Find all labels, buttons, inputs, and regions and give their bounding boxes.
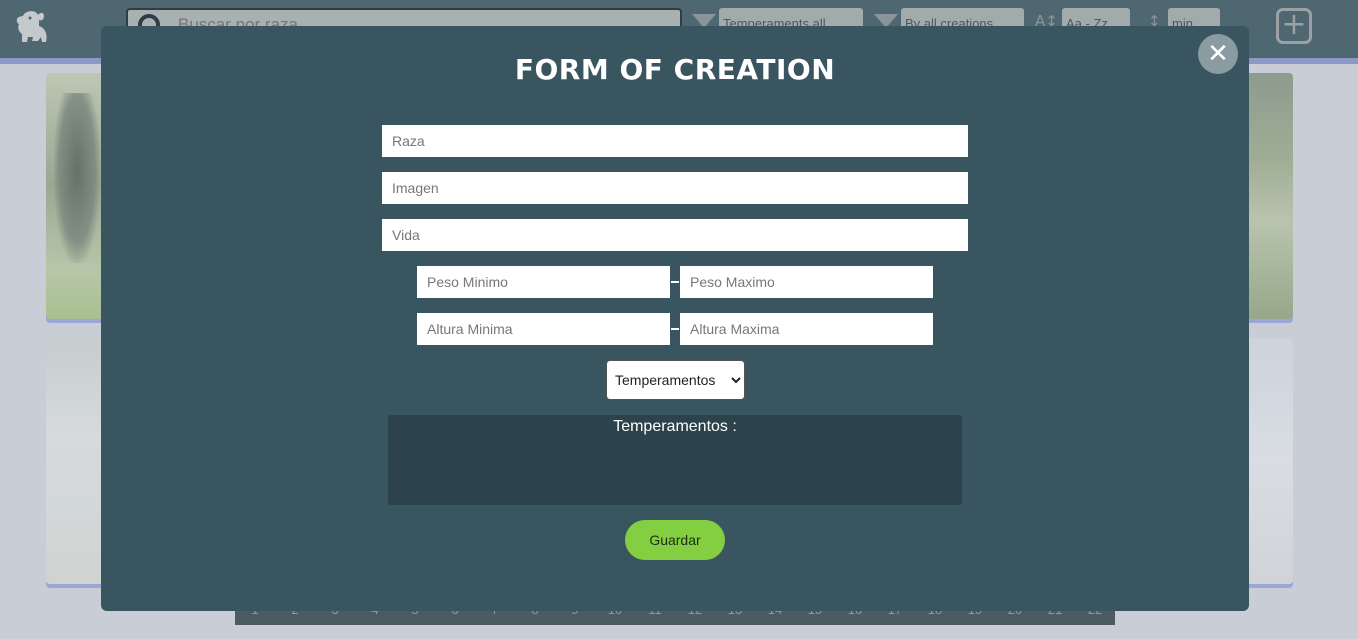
range-dash — [671, 281, 679, 283]
dog-logo-icon[interactable] — [10, 8, 54, 48]
temperaments-label: Temperamentos : — [613, 418, 737, 435]
image-url-input[interactable] — [382, 172, 968, 204]
max-height-input[interactable] — [680, 313, 933, 345]
max-weight-input[interactable] — [680, 266, 933, 298]
breed-name-input[interactable] — [382, 125, 968, 157]
range-dash — [671, 328, 679, 330]
temperament-select[interactable]: Temperamentos — [606, 360, 745, 400]
breed-card[interactable] — [46, 73, 106, 319]
save-button[interactable]: Guardar — [625, 520, 725, 560]
life-span-input[interactable] — [382, 219, 968, 251]
min-weight-input[interactable] — [417, 266, 670, 298]
add-icon[interactable]: + — [1276, 8, 1312, 44]
breed-card[interactable] — [1245, 338, 1293, 584]
modal-title: FORM OF CREATION — [514, 53, 836, 86]
breed-card[interactable] — [46, 338, 106, 584]
create-breed-modal: FORM OF CREATION ✕ Temperamentos Tempera… — [101, 26, 1249, 611]
min-height-input[interactable] — [417, 313, 670, 345]
selected-temperaments-box: Temperamentos : — [388, 415, 962, 505]
close-icon[interactable]: ✕ — [1198, 34, 1238, 74]
breed-card[interactable] — [1245, 73, 1293, 319]
